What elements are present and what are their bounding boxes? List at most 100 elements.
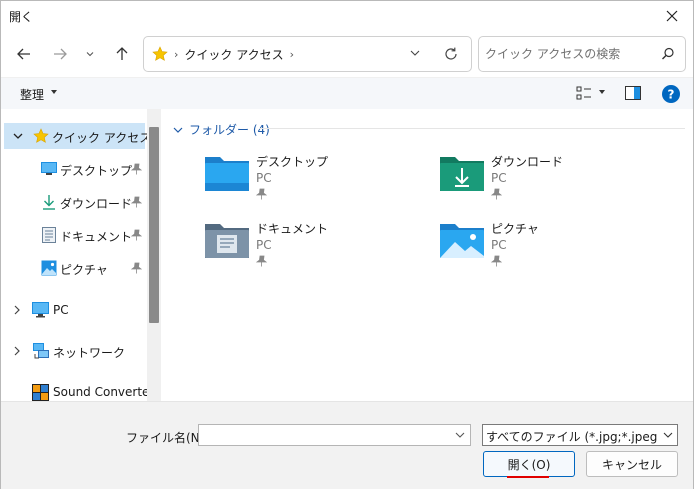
folder-name: ピクチャ	[491, 222, 539, 236]
file-list: フォルダー (4) デスクトップ PC ダウンロード PC ドキュメント PC	[163, 109, 693, 401]
pin-icon	[256, 255, 267, 267]
cancel-button[interactable]: キャンセル	[586, 451, 678, 477]
folder-tile-downloads[interactable]: ダウンロード PC	[439, 153, 659, 213]
arrow-right-icon	[54, 48, 67, 60]
folder-tile-desktop[interactable]: デスクトップ PC	[204, 153, 424, 213]
folder-name: デスクトップ	[256, 155, 329, 169]
folder-tile-documents[interactable]: ドキュメント PC	[204, 220, 424, 280]
group-title: フォルダー (4)	[189, 123, 270, 137]
back-button[interactable]	[11, 41, 37, 67]
close-icon	[666, 10, 678, 22]
chevron-down-icon[interactable]	[455, 431, 465, 439]
folder-location: PC	[256, 238, 272, 252]
chevron-down-icon[interactable]	[663, 431, 673, 439]
desktop-icon	[41, 162, 57, 175]
open-dialog: 開く › クイック アクセス › クイック アクセスの検索 整理 ? クイック …	[0, 0, 694, 489]
sound-converter-app-icon	[32, 384, 49, 401]
preview-pane-icon[interactable]	[625, 86, 641, 100]
address-bar[interactable]: › クイック アクセス ›	[143, 36, 472, 72]
documents-folder-icon	[205, 224, 249, 258]
close-button[interactable]	[659, 3, 685, 29]
forward-button[interactable]	[47, 41, 73, 67]
chevron-down-icon[interactable]	[409, 47, 421, 59]
folder-name: ドキュメント	[256, 222, 329, 236]
star-icon	[33, 128, 49, 143]
up-button[interactable]	[109, 41, 135, 67]
sidebar-scrollbar-thumb[interactable]	[149, 127, 159, 323]
sidebar-item-label: ダウンロード	[60, 197, 133, 211]
refresh-icon[interactable]	[443, 46, 459, 62]
network-icon	[33, 343, 49, 359]
breadcrumb-chevron-icon[interactable]: ›	[290, 48, 294, 61]
sidebar-item-documents[interactable]: ドキュメント	[1, 222, 146, 248]
organize-button[interactable]: 整理	[20, 86, 44, 103]
window-title: 開く	[9, 10, 34, 24]
group-header-folders[interactable]: フォルダー (4)	[173, 121, 270, 138]
desktop-folder-icon	[205, 157, 249, 191]
navigation-pane: クイック アクセス デスクトップ ダウンロード ドキュメント ピクチャ PC ネ…	[1, 109, 161, 401]
navigation-bar: › クイック アクセス ›	[1, 31, 693, 77]
pc-icon	[32, 302, 49, 318]
caret-down-icon[interactable]	[599, 90, 605, 94]
recent-locations-button[interactable]	[79, 41, 101, 67]
filename-combobox[interactable]	[198, 424, 471, 446]
download-icon	[43, 195, 55, 210]
pictures-folder-icon	[440, 224, 484, 258]
sidebar-item-label: ピクチャ	[60, 263, 108, 277]
search-box[interactable]	[478, 36, 686, 72]
picture-icon	[41, 260, 57, 276]
pin-icon	[131, 229, 142, 241]
filetype-select[interactable]: すべてのファイル (*.jpg;*.jpeg;*.thum	[482, 424, 678, 446]
breadcrumb-chevron-icon: ›	[174, 47, 179, 61]
caret-down-icon[interactable]	[51, 90, 57, 94]
chevron-right-icon[interactable]	[13, 305, 21, 315]
sidebar-item-label: ネットワーク	[53, 346, 126, 360]
filename-label: ファイル名(N):	[126, 431, 209, 445]
folder-location: PC	[256, 171, 272, 185]
pin-icon	[256, 188, 267, 200]
filetype-value: すべてのファイル (*.jpg;*.jpeg;*.thum	[486, 430, 658, 444]
title-bar: 開く	[1, 1, 693, 31]
sidebar-item-downloads[interactable]: ダウンロード	[1, 189, 146, 215]
chevron-right-icon[interactable]	[13, 346, 21, 356]
folder-tile-pictures[interactable]: ピクチャ PC	[439, 220, 659, 280]
search-icon[interactable]	[661, 47, 675, 61]
pin-icon	[131, 196, 142, 208]
sidebar-item-label: クイック アクセス	[52, 131, 152, 145]
pin-icon	[491, 255, 502, 267]
group-divider	[259, 128, 685, 129]
view-options-icon[interactable]	[576, 85, 592, 101]
sidebar-item-quick-access[interactable]: クイック アクセス	[4, 123, 151, 149]
sidebar-item-desktop[interactable]: デスクトップ	[1, 156, 146, 182]
sidebar-item-pc[interactable]: PC	[1, 297, 146, 323]
sidebar-item-pictures[interactable]: ピクチャ	[1, 255, 146, 281]
star-icon	[152, 46, 168, 61]
chevron-down-icon	[86, 52, 94, 57]
chevron-down-icon[interactable]	[13, 132, 23, 140]
pin-icon	[131, 163, 142, 175]
filename-input[interactable]	[203, 427, 443, 443]
search-input[interactable]	[485, 45, 655, 63]
sidebar-item-label: デスクトップ	[60, 164, 133, 178]
highlight-underline	[507, 476, 549, 478]
folder-location: PC	[491, 171, 507, 185]
arrow-up-icon	[116, 47, 128, 60]
chevron-down-icon	[173, 127, 183, 133]
sidebar-item-label: ドキュメント	[60, 230, 133, 244]
sidebar-item-network[interactable]: ネットワーク	[1, 338, 146, 364]
sidebar-item-label: Sound Converter	[53, 385, 155, 399]
downloads-folder-icon	[440, 157, 484, 191]
pin-icon	[131, 262, 142, 274]
sidebar-item-sound-converter[interactable]: Sound Converter	[1, 379, 154, 401]
help-icon[interactable]: ?	[661, 84, 681, 104]
arrow-left-icon	[17, 48, 30, 60]
open-button[interactable]: 開く(O)	[483, 451, 575, 477]
folder-name: ダウンロード	[491, 155, 564, 169]
sidebar-item-label: PC	[53, 303, 69, 317]
pin-icon	[491, 188, 502, 200]
address-text[interactable]: クイック アクセス	[184, 46, 283, 63]
dialog-footer: ファイル名(N): すべてのファイル (*.jpg;*.jpeg;*.thum …	[1, 401, 693, 489]
svg-text:?: ?	[668, 88, 675, 102]
document-icon	[42, 227, 56, 243]
folder-location: PC	[491, 238, 507, 252]
